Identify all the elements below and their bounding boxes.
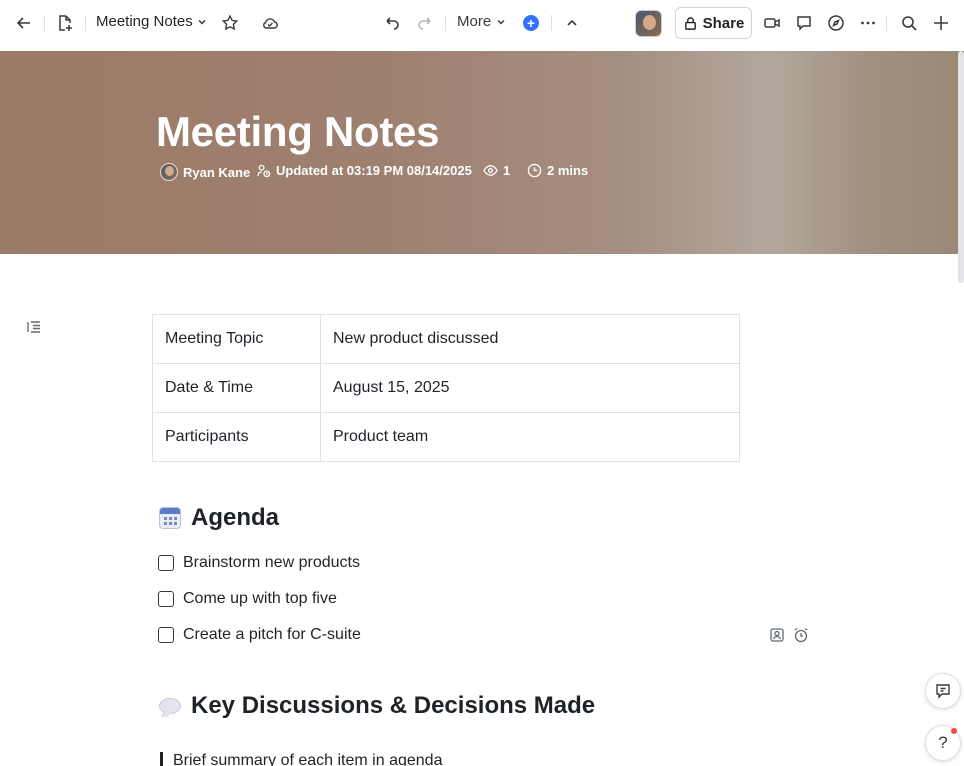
comment-icon[interactable] bbox=[792, 11, 816, 35]
table-row: Date & Time August 15, 2025 bbox=[152, 363, 740, 413]
todo-checkbox[interactable] bbox=[158, 627, 174, 643]
read-time-meta: 2 mins bbox=[527, 163, 588, 178]
todo-text[interactable]: Create a pitch for C-suite bbox=[183, 626, 361, 644]
table-cell[interactable]: August 15, 2025 bbox=[320, 363, 740, 413]
discussions-heading-text: Key Discussions & Decisions Made bbox=[191, 692, 596, 719]
more-label: More bbox=[457, 13, 492, 30]
chevron-up-icon[interactable] bbox=[560, 11, 584, 35]
agenda-heading-text: Agenda bbox=[191, 504, 280, 531]
todo-checkbox[interactable] bbox=[158, 555, 174, 571]
table-cell[interactable]: New product discussed bbox=[320, 314, 740, 364]
divider bbox=[85, 15, 86, 31]
compass-icon[interactable] bbox=[824, 11, 848, 35]
cloud-icon[interactable] bbox=[258, 11, 282, 35]
outline-icon[interactable] bbox=[26, 319, 42, 335]
discussions-heading: Key Discussions & Decisions Made bbox=[159, 692, 595, 720]
todo-text[interactable]: Come up with top five bbox=[183, 590, 337, 608]
agenda-heading: Agenda bbox=[159, 504, 279, 532]
notification-dot bbox=[951, 728, 957, 734]
todo-actions bbox=[769, 627, 809, 643]
speech-bubble-emoji-icon bbox=[159, 698, 181, 714]
more-menu[interactable]: More bbox=[457, 13, 507, 30]
todo-item: Create a pitch for C-suite bbox=[158, 626, 361, 644]
updated-meta: Updated at 03:19 PM 08/14/2025 bbox=[256, 163, 472, 178]
feedback-icon bbox=[936, 684, 950, 699]
star-icon[interactable] bbox=[218, 11, 242, 35]
redo-icon[interactable] bbox=[413, 11, 437, 35]
divider bbox=[886, 15, 887, 31]
table-row: Participants Product team bbox=[152, 412, 740, 462]
read-time: 2 mins bbox=[547, 163, 589, 178]
eye-icon bbox=[483, 165, 498, 176]
undo-icon[interactable] bbox=[380, 11, 404, 35]
share-label: Share bbox=[702, 14, 745, 32]
new-doc-icon[interactable] bbox=[53, 11, 77, 35]
todo-item: Brainstorm new products bbox=[158, 554, 360, 572]
table-cell[interactable]: Participants bbox=[152, 412, 321, 462]
cover-banner bbox=[0, 51, 964, 254]
table-cell[interactable]: Product team bbox=[320, 412, 740, 462]
chevron-down-icon bbox=[198, 19, 206, 25]
todo-checkbox[interactable] bbox=[158, 591, 174, 607]
search-icon[interactable] bbox=[897, 11, 921, 35]
doc-title: Meeting Notes bbox=[96, 13, 193, 30]
avatar[interactable] bbox=[635, 10, 662, 37]
scrollbar[interactable] bbox=[958, 51, 964, 283]
help-button[interactable]: ? bbox=[925, 725, 961, 761]
todo-text[interactable]: Brainstorm new products bbox=[183, 554, 360, 572]
quote-block[interactable]: Brief summary of each item in agenda bbox=[160, 752, 442, 766]
calendar-emoji-icon bbox=[159, 507, 181, 529]
table-cell[interactable]: Date & Time bbox=[152, 363, 321, 413]
views-meta[interactable]: 1 bbox=[483, 163, 510, 178]
top-bar: Meeting Notes More + Share bbox=[0, 0, 964, 46]
add-plus-icon[interactable]: + bbox=[523, 15, 539, 31]
alarm-icon[interactable] bbox=[793, 627, 809, 643]
more-dots-icon[interactable] bbox=[856, 11, 880, 35]
author-meta[interactable]: Ryan Kane bbox=[160, 163, 250, 181]
user-clock-icon bbox=[257, 164, 271, 178]
chevron-down-icon bbox=[497, 19, 505, 25]
author-name: Ryan Kane bbox=[183, 164, 251, 180]
back-arrow-icon[interactable] bbox=[12, 11, 36, 35]
video-icon[interactable] bbox=[760, 11, 784, 35]
clock-icon bbox=[527, 163, 542, 178]
share-button[interactable]: Share bbox=[675, 7, 752, 39]
todo-item: Come up with top five bbox=[158, 590, 337, 608]
divider bbox=[551, 15, 552, 31]
help-icon: ? bbox=[938, 733, 948, 752]
divider bbox=[44, 15, 45, 31]
avatar bbox=[160, 163, 178, 181]
views-count: 1 bbox=[503, 163, 511, 178]
updated-text: Updated at 03:19 PM 08/14/2025 bbox=[276, 163, 472, 178]
table-row: Meeting Topic New product discussed bbox=[152, 314, 740, 364]
lock-icon bbox=[684, 16, 696, 30]
plus-icon[interactable] bbox=[929, 11, 953, 35]
assign-icon[interactable] bbox=[769, 627, 785, 643]
meeting-info-table: Meeting Topic New product discussed Date… bbox=[152, 314, 740, 462]
doc-title-dropdown[interactable]: Meeting Notes bbox=[96, 13, 208, 30]
table-cell[interactable]: Meeting Topic bbox=[152, 314, 321, 364]
feedback-button[interactable] bbox=[925, 673, 961, 709]
divider bbox=[445, 15, 446, 31]
page-title: Meeting Notes bbox=[156, 108, 440, 155]
